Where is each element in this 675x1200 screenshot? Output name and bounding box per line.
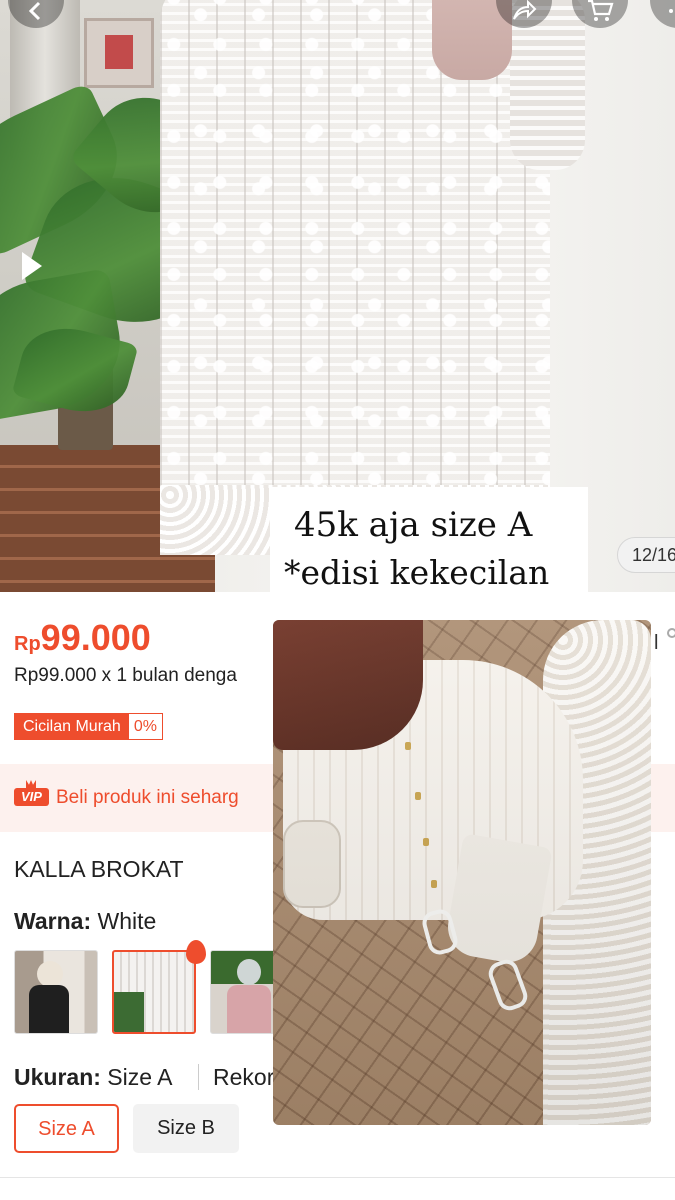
installment-text: Rp99.000 x 1 bulan denga xyxy=(14,665,237,686)
divider xyxy=(198,1064,199,1090)
caption-box: 45k aja size A *edisi kekecilan xyxy=(270,487,588,593)
image-counter: 12/16 xyxy=(617,537,675,573)
fire-icon xyxy=(186,940,206,964)
lace-garment xyxy=(160,0,550,555)
info-icon[interactable] xyxy=(667,628,675,638)
divider xyxy=(0,1177,675,1178)
vip-badge: VIP xyxy=(14,788,49,806)
product-price: Rp99.000 xyxy=(14,617,151,659)
overlay-photo xyxy=(273,620,651,1125)
share-icon xyxy=(513,0,537,20)
back-arrow-icon xyxy=(28,1,41,21)
color-label: Warna: xyxy=(14,908,92,934)
size-recommendation-link[interactable]: Rekor xyxy=(213,1064,274,1091)
size-variant-label: Ukuran: Size A xyxy=(14,1064,173,1091)
size-option-b[interactable]: Size B xyxy=(133,1104,239,1153)
currency-symbol: Rp xyxy=(14,633,41,655)
right-edge-text: l xyxy=(654,632,659,654)
background-sign xyxy=(84,18,154,88)
price-amount: 99.000 xyxy=(40,617,151,658)
cicilan-rate: 0% xyxy=(128,714,162,739)
color-value: White xyxy=(97,908,157,934)
more-icon xyxy=(669,9,673,13)
photo-shade xyxy=(273,620,651,1125)
cicilan-badge[interactable]: Cicilan Murah 0% xyxy=(14,713,163,740)
vip-text: Beli produk ini seharg xyxy=(56,787,239,808)
size-label: Ukuran: xyxy=(14,1064,101,1090)
variant-thumbnail-black[interactable] xyxy=(14,950,98,1034)
color-variant-label: Warna: White xyxy=(14,908,156,935)
size-selected-value: Size A xyxy=(107,1064,173,1090)
cart-icon xyxy=(588,0,614,21)
play-icon[interactable] xyxy=(22,252,42,280)
product-name: KALLA BROKAT xyxy=(14,856,184,882)
variant-thumbnail-white[interactable] xyxy=(112,950,196,1034)
caption-line-2: *edisi kekecilan xyxy=(284,553,550,592)
caption-line-1: 45k aja size A xyxy=(294,505,533,545)
size-option-a[interactable]: Size A xyxy=(14,1104,119,1153)
more-button[interactable] xyxy=(650,0,675,28)
cicilan-label: Cicilan Murah xyxy=(15,714,129,739)
